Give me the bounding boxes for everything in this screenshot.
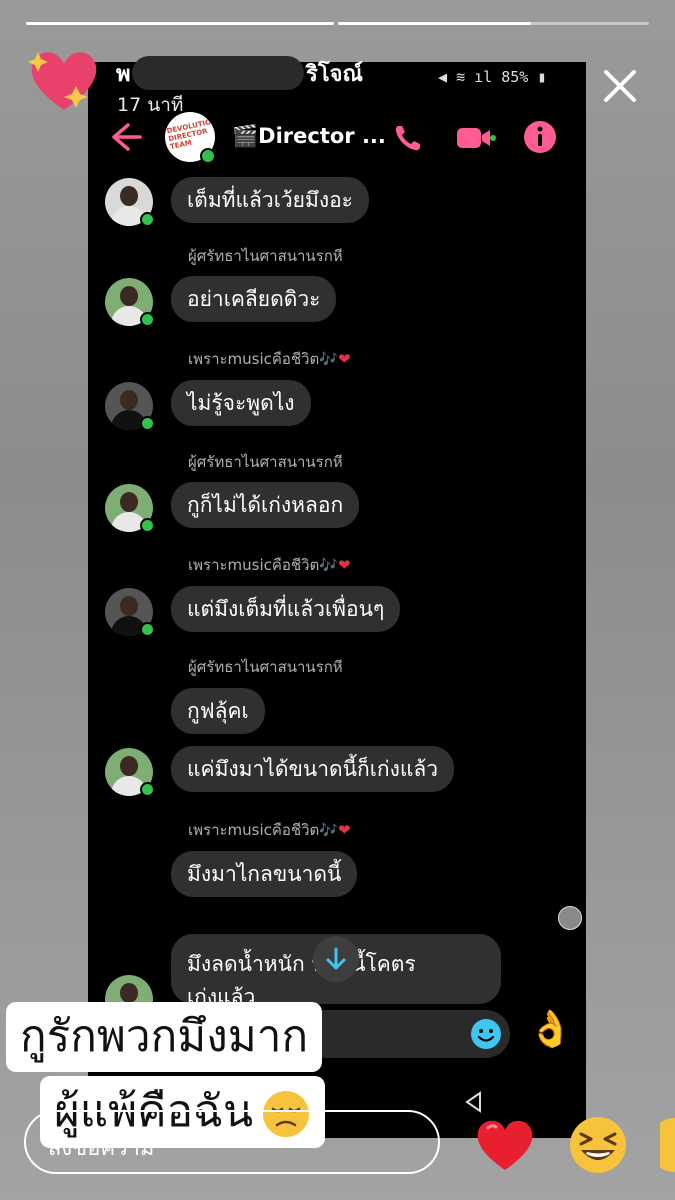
info-icon[interactable] [523, 120, 557, 154]
online-indicator [140, 622, 155, 637]
close-icon[interactable] [598, 64, 642, 108]
online-indicator [140, 416, 155, 431]
group-name[interactable]: 🎬Director ... [232, 124, 386, 149]
sender-name: ผู้ศรัทธาไนศาสนานรกหี [188, 453, 343, 471]
message-bubble[interactable]: อย่าเคลียดดิวะ [171, 276, 337, 322]
online-indicator [140, 518, 155, 533]
story-timestamp: 17 นาที [117, 94, 184, 116]
story-avatar-heart-icon[interactable] [28, 46, 100, 114]
reply-placeholder: ส่งข้อความ [48, 1136, 155, 1161]
sender-name: ผู้ศรัทธาไนศาสนานรกหี [188, 247, 343, 265]
arrow-down-icon[interactable] [313, 936, 359, 982]
online-indicator [200, 148, 216, 164]
video-camera-icon[interactable] [456, 124, 496, 152]
online-indicator [140, 312, 155, 327]
message-bubble[interactable]: แค่มึงมาได้ขนาดนี้ก็เก่งแล้ว [171, 746, 455, 792]
heart-emoji: ❤ [337, 556, 351, 574]
heart-emoji: ❤ [337, 821, 351, 839]
laughing-face-icon[interactable] [567, 1114, 629, 1176]
message-bubble[interactable]: เต็มที่แล้วเว้ยมึงอะ [171, 177, 369, 223]
message-bubble[interactable]: ไม่รู้จะพูดไง [171, 380, 311, 426]
back-arrow-icon[interactable] [108, 120, 144, 154]
sender-name: ผู้ศรัทธาไนศาสนานรกหี [188, 658, 343, 676]
ok-hand-emoji[interactable]: 👌 [528, 1008, 573, 1050]
story-progress-1 [26, 22, 334, 25]
sender-name: เพราะmusicคือชีวิต🎶❤ [188, 821, 351, 839]
sender-name: เพราะmusicคือชีวิต🎶❤ [188, 556, 351, 574]
story-username-suffix: ริโจณ์ [306, 62, 363, 87]
redacted-name [132, 56, 304, 90]
nav-back-icon[interactable] [462, 1090, 486, 1114]
message-bubble[interactable]: แต่มึงเต็มที่แล้วเพื่อนๆ [171, 586, 401, 632]
message-line: เก่งแล้ว [187, 985, 256, 1004]
story-progress-2 [338, 22, 649, 25]
story-username[interactable]: พ [116, 56, 131, 91]
read-receipt-avatar [558, 906, 582, 930]
message-bubble[interactable]: มึงมาไกลขนาดนี้ [171, 851, 358, 897]
online-indicator [140, 782, 155, 797]
online-indicator [140, 212, 155, 227]
smile-icon[interactable] [470, 1018, 502, 1050]
phone-icon[interactable] [392, 122, 424, 154]
sender-name: เพราะmusicคือชีวิต🎶❤ [188, 350, 351, 368]
emoji-partial-icon[interactable] [660, 1114, 675, 1176]
heart-icon[interactable] [474, 1114, 536, 1176]
message-bubble[interactable]: กูก็ไม่ได้เก่งหลอก [171, 482, 360, 528]
battery-level: 85% [501, 68, 529, 86]
status-bar: ◀ ≋ ıl 85% ▮ [438, 68, 547, 86]
heart-emoji: ❤ [337, 350, 351, 368]
message-bubble[interactable]: กูฟลุ้คเ [171, 688, 265, 734]
story-text-line-1: กูรักพวกมึงมาก [6, 1002, 323, 1072]
group-avatar-logo-text: DEVOLUTION DIRECTOR TEAM [166, 116, 215, 152]
